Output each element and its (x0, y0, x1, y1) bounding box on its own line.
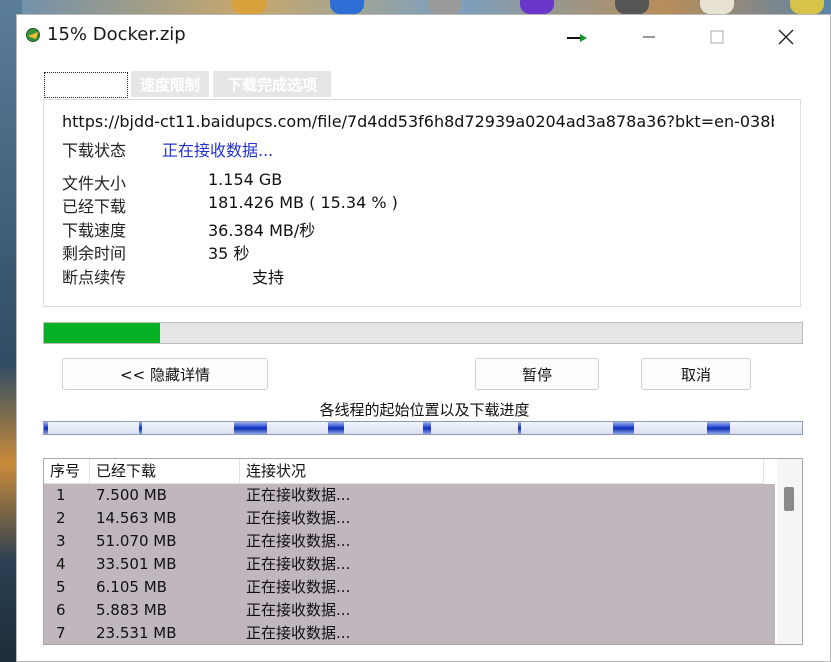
column-header-id[interactable]: 序号 (44, 459, 90, 483)
connection-status: 正在接收数据... (246, 532, 351, 550)
connection-row[interactable]: 3 51.070 MB 正在接收数据... (44, 530, 775, 553)
speed-value: 36.384 MB/秒 (208, 221, 316, 240)
threads-progress-label: 各线程的起始位置以及下载进度 (319, 401, 530, 419)
connection-status: 正在接收数据... (246, 601, 351, 619)
connection-id: 6 (56, 601, 66, 619)
thread-segment (44, 422, 48, 434)
idm-app-icon (26, 28, 40, 42)
file-size-label: 文件大小 (62, 174, 127, 193)
maximize-button[interactable] (694, 21, 740, 53)
hide-details-button[interactable]: << 隐藏详情 (62, 358, 268, 390)
download-url: https://bjdd-ct11.baidupcs.com/file/7d4d… (62, 112, 774, 131)
desktop-icon (428, 0, 462, 14)
connection-row[interactable]: 5 6.105 MB 正在接收数据... (44, 576, 775, 599)
speed-label: 下载速度 (62, 221, 127, 240)
connection-downloaded: 5.883 MB (96, 601, 167, 619)
desktop-icon (520, 0, 554, 14)
resume-support-value: 支持 (252, 268, 285, 287)
connection-status: 正在接收数据... (246, 578, 351, 596)
desktop-icon (700, 0, 734, 14)
download-arrow-icon (567, 34, 587, 42)
connection-id: 5 (56, 578, 66, 596)
cancel-button[interactable]: 取消 (641, 358, 751, 390)
remaining-time-label: 剩余时间 (62, 244, 127, 263)
connection-row[interactable]: 6 5.883 MB 正在接收数据... (44, 599, 775, 622)
thread-segment (613, 422, 634, 434)
connection-id: 4 (56, 555, 66, 573)
tab-on-complete[interactable]: 下载完成选项 (213, 71, 331, 97)
connection-downloaded: 51.070 MB (96, 532, 177, 550)
connection-downloaded: 6.105 MB (96, 578, 167, 596)
connection-downloaded: 23.531 MB (96, 624, 177, 642)
connection-status: 正在接收数据... (246, 486, 351, 504)
connection-row[interactable]: 2 14.563 MB 正在接收数据... (44, 507, 775, 530)
desktop-icon (790, 0, 824, 14)
connections-list: 序号 已经下载 连接状况 1 7.500 MB 正在接收数据... 2 14.563 M… (43, 458, 803, 645)
download-progress-bar (43, 322, 803, 344)
connection-id: 2 (56, 509, 66, 527)
minimize-button[interactable] (626, 21, 672, 53)
status-value: 正在接收数据... (162, 141, 274, 160)
maximize-icon (710, 30, 724, 44)
column-header-status[interactable]: 连接状况 (240, 459, 764, 483)
column-header-downloaded[interactable]: 已经下载 (90, 459, 240, 483)
download-progress-fill (44, 323, 161, 343)
connection-id: 7 (56, 624, 66, 642)
connection-id: 1 (56, 486, 66, 504)
scrollbar-thumb[interactable] (784, 487, 794, 511)
thread-segment (707, 422, 730, 434)
thread-segment (328, 422, 344, 434)
downloaded-label: 已经下载 (62, 197, 127, 216)
connections-list-body: 1 7.500 MB 正在接收数据... 2 14.563 MB 正在接收数据... 3 51… (44, 484, 775, 644)
downloaded-value: 181.426 MB ( 15.34 % ) (208, 193, 398, 212)
window-title: 15% Docker.zip (47, 24, 186, 45)
details-panel: https://bjdd-ct11.baidupcs.com/file/7d4d… (43, 99, 801, 307)
connection-status: 正在接收数据... (246, 509, 351, 527)
status-label: 下载状态 (62, 141, 127, 160)
close-icon (778, 29, 794, 45)
connection-downloaded: 14.563 MB (96, 509, 177, 527)
tab-download-status[interactable] (44, 72, 128, 98)
thread-segment (518, 422, 521, 434)
close-button[interactable] (763, 21, 809, 53)
desktop-icon (330, 0, 364, 14)
desktop-icon (615, 0, 649, 14)
remaining-time-value: 35 秒 (208, 244, 250, 263)
threads-progress-bar (43, 421, 803, 435)
title-bar[interactable]: 15% Docker.zip (17, 15, 830, 59)
connection-row[interactable]: 1 7.500 MB 正在接收数据... (44, 484, 775, 507)
connections-list-header: 序号 已经下载 连接状况 (44, 459, 764, 484)
desktop-icon (232, 0, 266, 14)
resume-support-label: 断点续传 (62, 268, 127, 287)
connection-row[interactable]: 7 23.531 MB 正在接收数据... (44, 622, 775, 644)
download-window: 15% Docker.zip 速度限制 下载完成选项 https://bjdd-… (16, 14, 831, 662)
connection-status: 正在接收数据... (246, 555, 351, 573)
file-size-value: 1.154 GB (208, 170, 283, 189)
pause-button[interactable]: 暂停 (475, 358, 599, 390)
minimize-icon (643, 36, 655, 38)
connection-row[interactable]: 4 33.501 MB 正在接收数据... (44, 553, 775, 576)
connection-status: 正在接收数据... (246, 624, 351, 642)
connection-id: 3 (56, 532, 66, 550)
connection-downloaded: 33.501 MB (96, 555, 177, 573)
connections-scrollbar[interactable] (777, 459, 802, 644)
thread-segment (139, 422, 142, 434)
tab-speed-limit[interactable]: 速度限制 (131, 71, 209, 97)
thread-segment (234, 422, 267, 434)
thread-segment (423, 422, 431, 434)
connection-downloaded: 7.500 MB (96, 486, 167, 504)
